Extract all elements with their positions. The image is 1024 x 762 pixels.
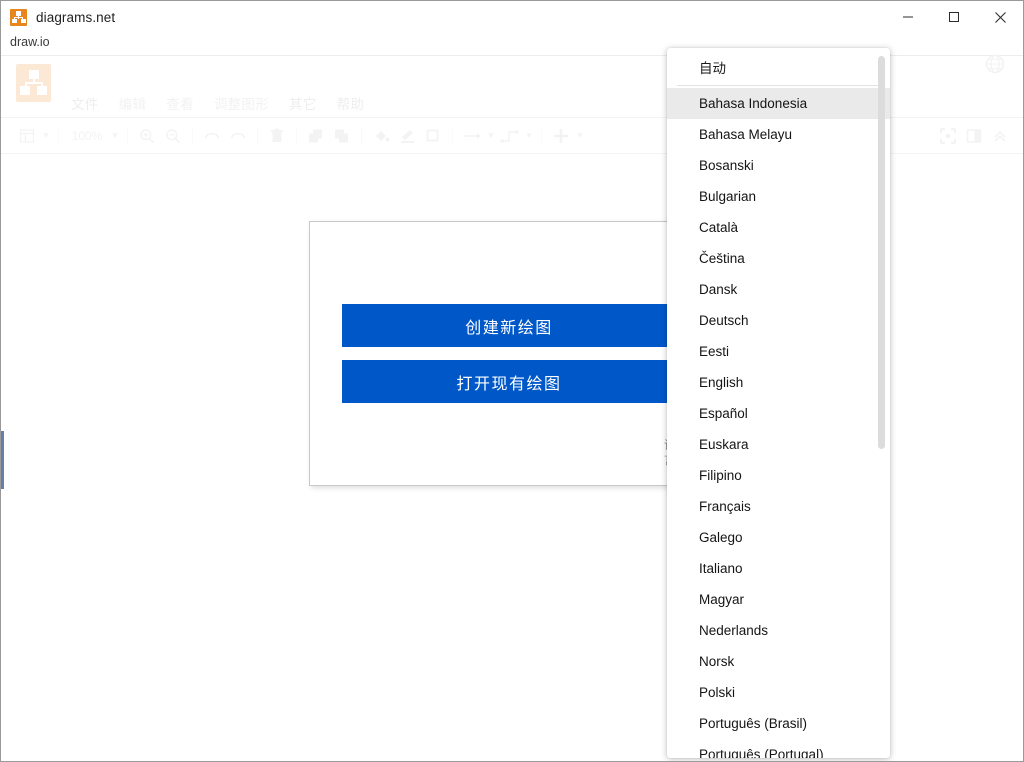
line-color-icon[interactable] — [394, 123, 420, 149]
menu-item-arrange[interactable]: 调整图形 — [214, 93, 269, 113]
chevron-down-icon[interactable]: ▼ — [40, 123, 52, 149]
language-option-francais[interactable]: Français — [667, 491, 890, 522]
language-option-portugues-portugal[interactable]: Português (Portugal) — [667, 739, 890, 758]
language-option-bahasa-indonesia[interactable]: Bahasa Indonesia — [667, 88, 890, 119]
language-option-filipino[interactable]: Filipino — [667, 460, 890, 491]
menu-item-edit[interactable]: 编辑 — [119, 93, 147, 113]
toolbar-group-history — [199, 123, 251, 149]
chevron-down-icon[interactable]: ▼ — [574, 123, 586, 149]
minimize-icon[interactable] — [885, 1, 931, 33]
language-option-eesti[interactable]: Eesti — [667, 336, 890, 367]
maximize-icon[interactable] — [931, 1, 977, 33]
menu-item-file[interactable]: 文件 — [71, 93, 99, 113]
toolbar-group-connection: ▼ ▼ — [459, 123, 535, 149]
window-title: diagrams.net — [36, 10, 115, 25]
to-back-icon[interactable] — [329, 123, 355, 149]
language-option-euskara[interactable]: Euskara — [667, 429, 890, 460]
format-panel-icon[interactable] — [961, 123, 987, 149]
delete-icon[interactable] — [264, 123, 290, 149]
close-icon[interactable] — [977, 1, 1023, 33]
language-option-list: Bahasa Indonesia Bahasa Melayu Bosanski … — [667, 86, 890, 758]
window-controls — [885, 1, 1023, 33]
drawio-desktop-window: diagrams.net draw.io 文件 编辑 查看 调整图形 其它 帮助 — [0, 0, 1024, 762]
language-option-galego[interactable]: Galego — [667, 522, 890, 553]
language-option-espanol[interactable]: Español — [667, 398, 890, 429]
language-option-norsk[interactable]: Norsk — [667, 646, 890, 677]
toolbar-group-insert: ▼ — [548, 123, 586, 149]
language-option-portugues-brasil[interactable]: Português (Brasil) — [667, 708, 890, 739]
connection-icon[interactable] — [459, 123, 485, 149]
toolbar-group-zoom — [134, 123, 186, 149]
fill-color-icon[interactable] — [368, 123, 394, 149]
dropdown-scrollbar[interactable] — [878, 56, 885, 754]
title-bar: diagrams.net — [1, 1, 1023, 33]
toolbar-group-zoom-level: 100% ▼ — [65, 123, 121, 149]
globe-icon[interactable] — [985, 54, 1005, 74]
toolbar-right-group — [935, 118, 1013, 154]
redo-icon[interactable] — [225, 123, 251, 149]
language-option-catala[interactable]: Català — [667, 212, 890, 243]
document-name: draw.io — [10, 35, 50, 49]
zoom-out-icon[interactable] — [160, 123, 186, 149]
toolbar-group-style — [368, 123, 446, 149]
menu-item-view[interactable]: 查看 — [166, 93, 194, 113]
language-option-dansk[interactable]: Dansk — [667, 274, 890, 305]
language-option-bosanski[interactable]: Bosanski — [667, 150, 890, 181]
dropdown-scrollbar-thumb[interactable] — [878, 56, 885, 449]
language-option-bahasa-melayu[interactable]: Bahasa Melayu — [667, 119, 890, 150]
view-layout-icon[interactable] — [14, 123, 40, 149]
diagrams-net-logo — [16, 64, 51, 102]
to-front-icon[interactable] — [303, 123, 329, 149]
language-option-nederlands[interactable]: Nederlands — [667, 615, 890, 646]
language-option-bulgarian[interactable]: Bulgarian — [667, 181, 890, 212]
edge-highlight — [1, 431, 4, 489]
toolbar-group-delete — [264, 123, 290, 149]
language-option-deutsch[interactable]: Deutsch — [667, 305, 890, 336]
language-option-italiano[interactable]: Italiano — [667, 553, 890, 584]
language-dropdown[interactable]: 自动 Bahasa Indonesia Bahasa Melayu Bosans… — [667, 48, 890, 758]
language-option-polski[interactable]: Polski — [667, 677, 890, 708]
open-existing-diagram-button[interactable]: 打开现有绘图 — [342, 360, 676, 403]
toolbar-group-order — [303, 123, 355, 149]
toolbar-group-view: ▼ — [14, 123, 52, 149]
waypoints-icon[interactable] — [497, 123, 523, 149]
language-option-cestina[interactable]: Čeština — [667, 243, 890, 274]
collapse-icon[interactable] — [987, 123, 1013, 149]
diagrams-net-icon — [10, 9, 27, 26]
fullscreen-icon[interactable] — [935, 123, 961, 149]
chevron-down-icon[interactable]: ▼ — [109, 123, 121, 149]
splash-dialog: 创建新绘图 打开现有绘图 语言 — [309, 221, 707, 486]
chevron-down-icon[interactable]: ▼ — [485, 123, 497, 149]
menu-item-help[interactable]: 帮助 — [337, 93, 365, 113]
language-option-magyar[interactable]: Magyar — [667, 584, 890, 615]
undo-icon[interactable] — [199, 123, 225, 149]
zoom-in-icon[interactable] — [134, 123, 160, 149]
menu-items: 文件 编辑 查看 调整图形 其它 帮助 — [71, 93, 364, 113]
menu-item-extras[interactable]: 其它 — [289, 93, 317, 113]
insert-icon[interactable] — [548, 123, 574, 149]
chevron-down-icon[interactable]: ▼ — [523, 123, 535, 149]
language-option-english[interactable]: English — [667, 367, 890, 398]
language-option-auto[interactable]: 自动 — [667, 48, 890, 85]
create-new-diagram-button[interactable]: 创建新绘图 — [342, 304, 676, 347]
shadow-icon[interactable] — [420, 123, 446, 149]
zoom-level-label[interactable]: 100% — [65, 129, 109, 143]
